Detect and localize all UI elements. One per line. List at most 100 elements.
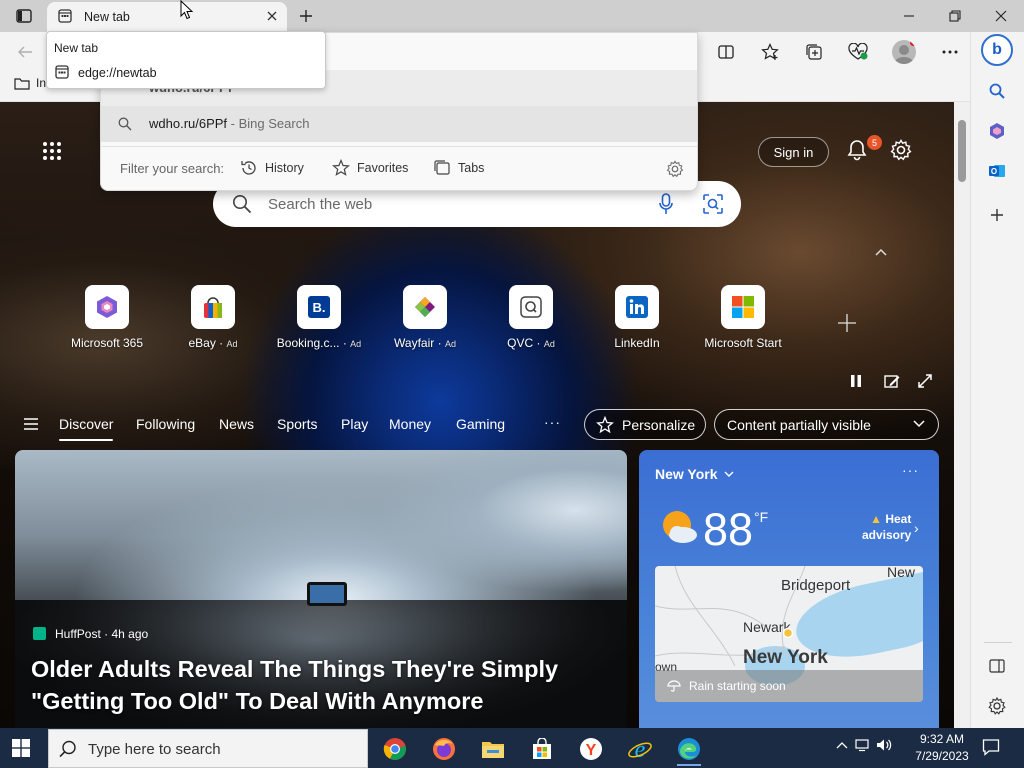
close-tab-icon[interactable] [266,10,278,22]
nav-tab-money[interactable]: Money [389,416,431,432]
back-button[interactable] [14,41,36,63]
quick-link-linkedin[interactable]: LinkedIn [584,285,690,350]
alert-line-2: advisory [862,528,912,542]
expand-icon[interactable] [917,373,933,389]
svg-text:e: e [635,737,646,761]
scrollbar-thumb[interactable] [958,120,966,182]
svg-text:O: O [991,167,997,176]
nav-tab-following[interactable]: Following [136,416,195,432]
system-tray[interactable] [836,738,892,752]
ad-label: Ad [444,339,456,349]
bing-chat-icon[interactable]: b [981,34,1013,66]
tooltip-title: New tab [54,41,99,55]
quick-link-ebay[interactable]: eBay · Ad [160,285,266,350]
action-center-icon[interactable] [982,738,1000,756]
weather-location[interactable]: New York [655,466,734,482]
nav-tab-gaming[interactable]: Gaming [456,416,505,432]
news-headline[interactable]: Older Adults Reveal The Things They're S… [31,653,611,717]
sidebar-outlook-icon[interactable]: O [986,160,1008,182]
filter-history-button[interactable]: History [240,159,304,177]
rain-forecast-bar[interactable]: Rain starting soon [655,670,923,702]
quick-link-microsoft-365[interactable]: Microsoft 365 [54,285,160,350]
notifications-bell-icon[interactable] [846,139,868,161]
quick-link-label: Booking.c... [276,336,340,350]
content-visibility-dropdown[interactable]: Content partially visible [714,409,939,440]
minimize-button[interactable] [886,0,932,32]
nav-more-button[interactable]: ··· [544,414,561,430]
close-window-button[interactable] [978,0,1024,32]
collapse-chevron-up-icon[interactable] [874,247,888,257]
split-screen-icon[interactable] [715,41,737,63]
quick-link-label: QVC [507,336,534,350]
nav-tab-play[interactable]: Play [341,416,368,432]
sidebar-add-icon[interactable] [986,204,1008,226]
raised-phone-photo [307,582,347,606]
yandex-taskbar-icon[interactable]: Y [571,732,611,766]
sidebar-divider [984,642,1012,643]
taskbar-search-box[interactable]: Type here to search [48,729,368,768]
quick-link-booking[interactable]: B. Booking.c... · Ad [266,285,372,350]
web-search-input[interactable] [268,191,628,217]
nav-tab-news[interactable]: News [219,416,254,432]
tab-title: New tab [84,10,130,24]
windows-start-icon[interactable] [12,739,30,757]
heat-advisory-alert[interactable]: ▲ Heat advisory [862,511,911,543]
svg-text:B.: B. [313,300,326,315]
weather-map[interactable]: Bridgeport New Newark New York own Rain … [655,566,923,702]
content-visibility-label: Content partially visible [727,416,871,433]
filter-tabs-button[interactable]: Tabs [433,159,484,177]
more-menu-icon[interactable] [939,41,961,63]
store-taskbar-icon[interactable] [522,732,562,766]
quick-link-qvc[interactable]: QVC · Ad [478,285,584,350]
pause-video-icon[interactable] [848,373,864,389]
clock-time: 9:32 AM [919,732,965,746]
sidebar-settings-icon[interactable] [986,695,1008,717]
filter-favorites-button[interactable]: Favorites [332,159,408,177]
edit-background-icon[interactable] [884,373,900,389]
nav-tab-sports[interactable]: Sports [277,416,317,432]
firefox-taskbar-icon[interactable] [424,732,464,766]
search-settings-gear-icon[interactable] [666,160,684,178]
favorites-star-icon[interactable] [759,41,781,63]
edge-taskbar-icon[interactable] [669,732,709,766]
chrome-taskbar-icon[interactable] [375,732,415,766]
nav-tab-discover[interactable]: Discover [59,416,114,441]
weather-unit: °F [754,509,769,525]
browser-tab[interactable]: New tab [47,2,287,32]
visual-search-icon[interactable] [702,193,724,215]
tab-actions-menu-icon[interactable] [8,4,40,28]
sign-in-button[interactable]: Sign in [758,137,829,167]
internet-explorer-taskbar-icon[interactable]: e [620,732,660,766]
app-launcher-icon[interactable] [42,141,62,161]
sidebar-office-icon[interactable] [986,120,1008,142]
taskbar-clock[interactable]: 9:32 AM 7/29/2023 [912,731,972,765]
browser-essentials-icon[interactable] [847,41,869,63]
quick-link-wayfair[interactable]: Wayfair · Ad [372,285,478,350]
quick-link-label: eBay [188,336,216,350]
hide-sidebar-icon[interactable] [986,655,1008,677]
suggestion-search-item[interactable]: wdho.ru/6PPf - Bing Search [101,106,697,142]
file-explorer-taskbar-icon[interactable] [473,732,513,766]
collections-icon[interactable] [803,41,825,63]
weather-more-icon[interactable]: ··· [902,462,919,478]
personalize-button[interactable]: Personalize [584,409,706,440]
search-icon [59,740,77,758]
new-tab-button[interactable] [294,4,318,28]
filter-favorites-label: Favorites [357,161,409,175]
favorites-bar-item-label: In [36,76,47,90]
feed-menu-icon[interactable] [23,418,39,430]
sidebar-search-icon[interactable] [986,80,1008,102]
search-icon [118,117,132,131]
quick-link-label: Microsoft 365 [70,336,144,350]
ad-label: Ad [350,339,362,349]
page-scrollbar[interactable] [954,102,970,728]
voice-search-mic-icon[interactable] [659,193,673,215]
add-quick-link-icon[interactable] [836,312,858,334]
restore-button[interactable] [932,0,978,32]
filter-tabs-label: Tabs [458,161,485,175]
ad-label: Ad [543,339,555,349]
favorites-bar-item[interactable]: In [14,76,46,90]
quick-link-microsoft-start[interactable]: Microsoft Start [690,285,796,350]
page-settings-gear-icon[interactable] [890,139,912,161]
profile-avatar[interactable] [892,40,916,64]
